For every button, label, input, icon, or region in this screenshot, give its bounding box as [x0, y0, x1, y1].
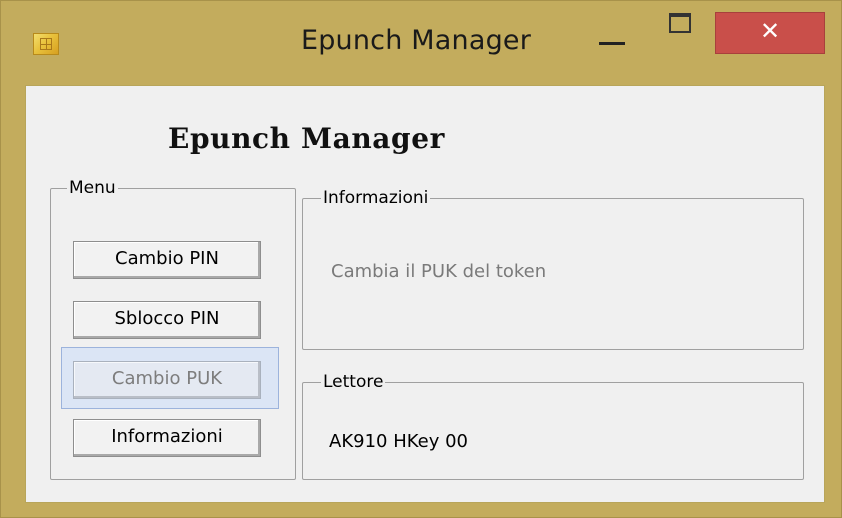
- info-legend: Informazioni: [321, 188, 431, 208]
- info-group: Informazioni Cambia il PUK del token: [302, 188, 804, 350]
- window-frame: Epunch Manager ✕ Epunch Manager Menu Cam…: [0, 0, 842, 518]
- menu-group: Menu Cambio PIN Sblocco PIN Cambio PUK I…: [50, 178, 296, 480]
- reader-value: AK910 HKey 00: [329, 431, 468, 452]
- client-area: Epunch Manager Menu Cambio PIN Sblocco P…: [25, 85, 825, 503]
- close-icon: ✕: [759, 17, 781, 45]
- sblocco-pin-button[interactable]: Sblocco PIN: [73, 301, 261, 339]
- maximize-button[interactable]: [661, 11, 707, 55]
- menu-legend: Menu: [67, 178, 118, 198]
- cambio-pin-button[interactable]: Cambio PIN: [73, 241, 261, 279]
- informazioni-button[interactable]: Informazioni: [73, 419, 261, 457]
- app-heading: Epunch Manager: [168, 122, 445, 155]
- reader-legend: Lettore: [321, 372, 386, 392]
- cambio-puk-button[interactable]: Cambio PUK: [73, 361, 261, 399]
- reader-group: Lettore AK910 HKey 00: [302, 372, 804, 480]
- info-description: Cambia il PUK del token: [331, 261, 547, 282]
- close-button[interactable]: ✕: [715, 12, 825, 54]
- minimize-button[interactable]: [591, 11, 641, 55]
